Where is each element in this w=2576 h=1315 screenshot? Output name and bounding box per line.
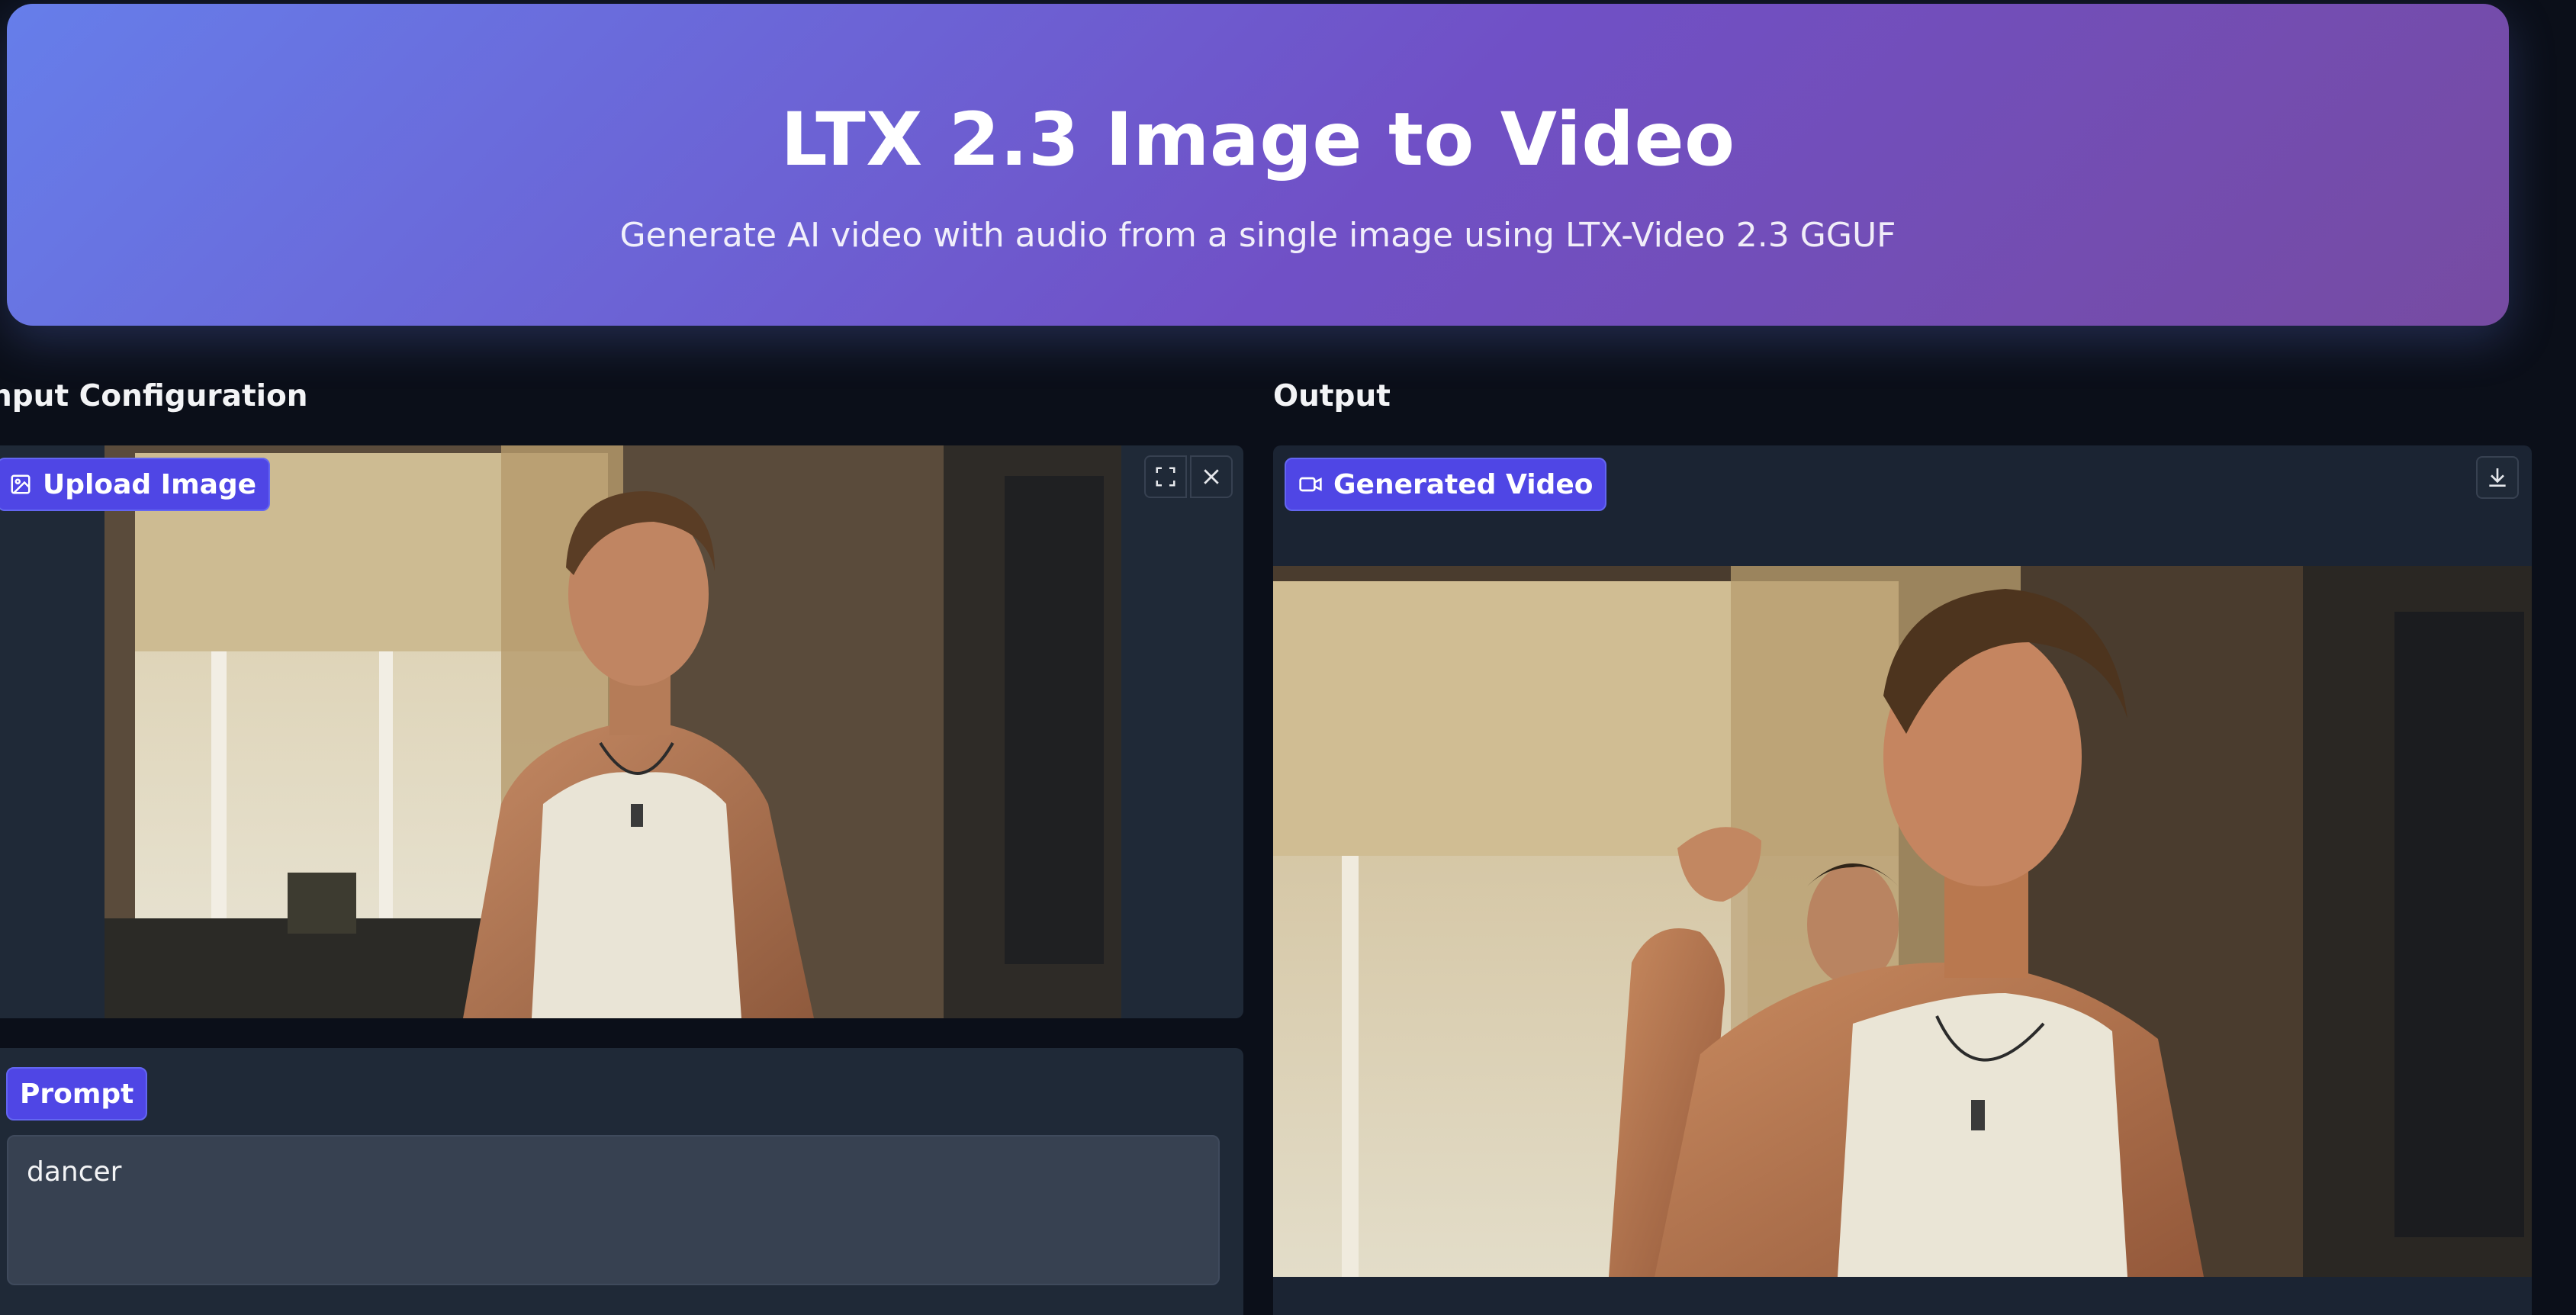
output-section-title: Output: [1273, 379, 1391, 413]
fullscreen-button[interactable]: [1144, 455, 1187, 498]
uploaded-image-scene: [105, 445, 1121, 1018]
page-subtitle: Generate AI video with audio from a sing…: [619, 216, 1896, 255]
generated-video-player[interactable]: [1273, 566, 2532, 1277]
page-title: LTX 2.3 Image to Video: [780, 97, 1735, 182]
upload-image-label-text: Upload Image: [43, 468, 257, 500]
clear-image-button[interactable]: [1190, 455, 1233, 498]
generated-video-label-text: Generated Video: [1333, 468, 1594, 500]
image-icon: [11, 474, 31, 494]
header-banner: LTX 2.3 Image to Video Generate AI video…: [7, 4, 2509, 326]
close-icon: [1204, 469, 1219, 484]
image-upload-panel[interactable]: [0, 445, 1243, 1018]
app-root: LTX 2.3 Image to Video Generate AI video…: [0, 0, 2576, 1315]
download-icon: [2489, 468, 2506, 487]
download-video-button[interactable]: [2476, 456, 2519, 499]
input-section-title: nput Configuration: [0, 379, 308, 413]
generated-video-frame: [1273, 566, 2532, 1277]
fullscreen-icon: [1156, 467, 1175, 487]
uploaded-image-preview: [105, 445, 1121, 1018]
prompt-textarea[interactable]: dancer: [7, 1135, 1220, 1285]
upload-image-label: Upload Image: [0, 458, 271, 511]
prompt-label: Prompt: [6, 1067, 148, 1120]
generated-video-label: Generated Video: [1285, 458, 1607, 511]
video-camera-icon: [1299, 477, 1322, 492]
